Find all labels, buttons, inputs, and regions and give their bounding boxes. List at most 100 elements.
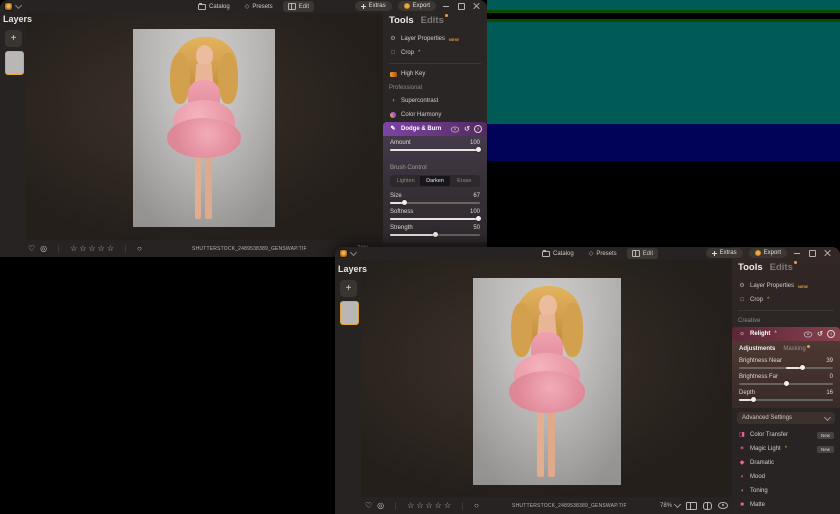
slider-handle[interactable] — [433, 232, 438, 237]
catalog-button[interactable]: Catalog — [193, 2, 235, 12]
size-slider[interactable]: Size 67 — [383, 191, 487, 207]
tool-dramatic[interactable]: ◆ Dramatic — [732, 456, 840, 470]
reset-icon[interactable]: ↺ — [817, 331, 823, 338]
slider-handle[interactable] — [402, 200, 408, 205]
tool-high-key[interactable]: High Key — [383, 67, 487, 81]
tool-dodge-burn-selected[interactable]: ✎ Dodge & Burn ↺ i — [383, 122, 487, 136]
supercontrast-icon: ◑ — [391, 98, 395, 104]
photo-preview[interactable] — [473, 278, 621, 485]
minimize-button[interactable] — [442, 2, 451, 11]
presets-button[interactable]: ◇ Presets — [584, 249, 622, 259]
star-rating[interactable]: ☆ ☆ ☆ ☆ ☆ — [407, 501, 451, 510]
tab-masking[interactable]: Masking — [783, 345, 810, 352]
tool-color-harmony[interactable]: Color Harmony — [383, 108, 487, 122]
tool-relight-selected[interactable]: ☼ Relight * ↺ i — [732, 327, 840, 341]
tab-tools[interactable]: Tools — [389, 15, 414, 26]
reset-icon[interactable]: ↺ — [464, 126, 470, 133]
favorite-icon[interactable]: ♡ — [365, 501, 372, 510]
presets-button[interactable]: ◇ Presets — [240, 2, 278, 12]
amount-slider[interactable]: Amount 100 — [383, 138, 487, 154]
titlebar[interactable]: Catalog ◇ Presets Edit Extras Export — [0, 0, 487, 13]
titlebar[interactable]: Catalog ◇ Presets Edit Extras Export — [335, 247, 840, 260]
canvas-area[interactable] — [361, 260, 732, 497]
softness-slider[interactable]: Softness 100 — [383, 207, 487, 223]
slider-handle[interactable] — [751, 397, 757, 402]
brightness-near-slider[interactable]: Brightness Near 39 — [732, 356, 840, 372]
info-icon[interactable]: i — [827, 330, 835, 338]
layer-thumbnail[interactable] — [5, 51, 24, 75]
add-layer-button[interactable]: + — [5, 30, 22, 47]
minimize-button[interactable] — [793, 249, 802, 258]
tool-mood[interactable]: ◗ Mood — [732, 470, 840, 484]
slider-handle[interactable] — [476, 147, 482, 152]
extras-button[interactable]: Extras — [354, 1, 392, 11]
favorite-icon[interactable]: ♡ — [28, 244, 35, 253]
close-button[interactable] — [823, 249, 832, 258]
tab-edits[interactable]: Edits — [421, 14, 448, 26]
edit-label: Edit — [298, 3, 309, 10]
extras-button[interactable]: Extras — [705, 248, 743, 258]
star-icon[interactable]: ☆ — [89, 244, 96, 253]
tab-adjustments[interactable]: Adjustments — [739, 346, 775, 352]
tool-layer-properties[interactable]: ⚙ Layer Properties NEW — [383, 32, 487, 46]
close-button[interactable] — [472, 2, 481, 11]
quick-preview-eye-icon[interactable] — [718, 502, 728, 509]
depth-slider[interactable]: Depth 16 — [732, 388, 840, 404]
slider-label: Softness — [390, 209, 414, 215]
star-icon[interactable]: ☆ — [407, 501, 414, 510]
visibility-eye-icon[interactable] — [803, 331, 813, 337]
tool-color-transfer[interactable]: ◨ Color Transfer New — [732, 428, 840, 442]
catalog-button[interactable]: Catalog — [537, 249, 579, 259]
tab-erase[interactable]: Erase — [450, 176, 479, 186]
tool-supercontrast[interactable]: ◑ Supercontrast — [383, 94, 487, 108]
photo-preview[interactable] — [133, 29, 275, 227]
star-icon[interactable]: ☆ — [426, 501, 433, 510]
star-icon[interactable]: ☆ — [444, 501, 451, 510]
app-logo-icon[interactable] — [4, 2, 13, 11]
tool-layer-properties[interactable]: ⚙ Layer Properties NEW — [732, 279, 840, 293]
maximize-button[interactable] — [457, 2, 466, 11]
edit-button[interactable]: Edit — [282, 1, 314, 12]
tool-crop[interactable]: □ Crop * — [383, 46, 487, 60]
star-icon[interactable]: ☆ — [416, 501, 423, 510]
tool-magic-light[interactable]: ✶ Magic Light * New — [732, 442, 840, 456]
reject-icon[interactable]: ◎ — [377, 501, 384, 510]
slider-value: 100 — [469, 209, 480, 215]
maximize-button[interactable] — [808, 249, 817, 258]
app-logo-icon[interactable] — [339, 249, 348, 258]
tool-matte[interactable]: ■ Matte — [732, 498, 840, 512]
canvas-area[interactable] — [26, 13, 383, 240]
brightness-far-slider[interactable]: Brightness Far 0 — [732, 372, 840, 388]
advanced-settings-toggle[interactable]: Advanced Settings — [737, 412, 835, 424]
add-layer-button[interactable]: + — [340, 280, 357, 297]
star-icon[interactable]: ☆ — [107, 244, 114, 253]
layer-thumbnail[interactable] — [340, 301, 359, 325]
edit-button[interactable]: Edit — [626, 248, 658, 259]
slider-handle[interactable] — [784, 381, 789, 386]
star-icon[interactable]: ☆ — [70, 244, 77, 253]
tab-darken[interactable]: Darken — [420, 176, 450, 186]
tab-edits[interactable]: Edits — [770, 261, 797, 273]
chevron-down-icon[interactable] — [14, 1, 23, 10]
star-icon[interactable]: ☆ — [435, 501, 442, 510]
compare-view-icon[interactable] — [686, 501, 697, 510]
star-icon[interactable]: ☆ — [79, 244, 86, 253]
info-icon[interactable]: i — [474, 125, 482, 133]
slider-handle[interactable] — [476, 216, 482, 221]
zoom-control[interactable]: 78% — [660, 500, 682, 509]
tool-crop[interactable]: □ Crop * — [732, 293, 840, 307]
export-button[interactable]: Export — [748, 248, 787, 258]
visibility-eye-icon[interactable] — [450, 126, 460, 132]
chevron-down-icon[interactable] — [349, 248, 358, 257]
star-rating[interactable]: ☆ ☆ ☆ ☆ ☆ — [70, 244, 114, 253]
export-button[interactable]: Export — [397, 1, 436, 11]
tab-lighten[interactable]: Lighten — [391, 176, 420, 186]
reject-icon[interactable]: ◎ — [40, 244, 47, 253]
strength-slider[interactable]: Strength 50 — [383, 223, 487, 239]
star-icon[interactable]: ☆ — [98, 244, 105, 253]
tab-tools[interactable]: Tools — [738, 262, 763, 273]
tool-toning[interactable]: ◖ Toning — [732, 484, 840, 498]
slider-handle[interactable] — [799, 365, 805, 370]
advanced-settings-label: Advanced Settings — [742, 415, 793, 421]
split-before-after-icon[interactable] — [703, 501, 712, 510]
